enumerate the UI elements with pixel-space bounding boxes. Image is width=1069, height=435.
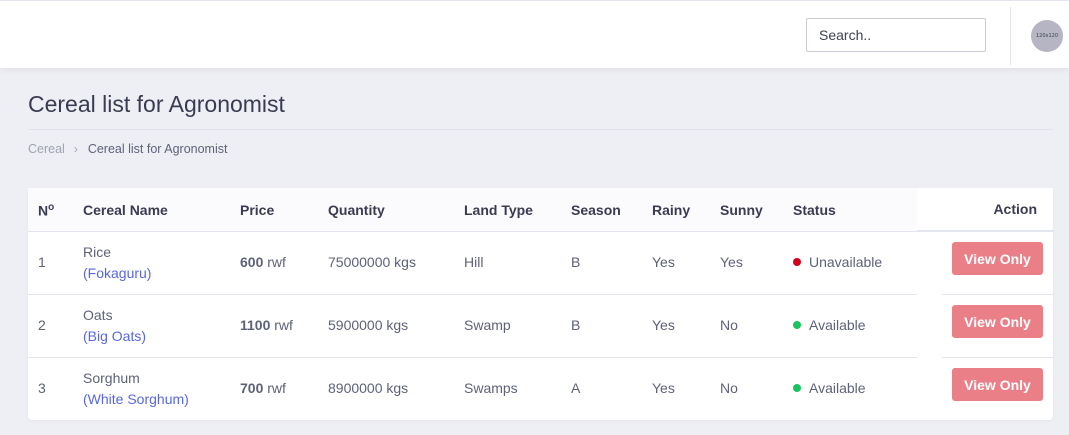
status-dot-icon <box>793 321 801 329</box>
view-only-button[interactable]: View Only <box>952 368 1043 401</box>
header-season: Season <box>571 202 621 218</box>
chevron-right-icon: › <box>73 142 78 156</box>
season: A <box>571 380 581 396</box>
top-navbar: 120x120 <box>0 0 1069 68</box>
page-title: Cereal list for Agronomist <box>28 91 285 117</box>
header-number: No <box>38 202 55 219</box>
status-dot-icon <box>793 258 801 266</box>
land-type: Swamp <box>464 317 511 333</box>
table-row: 1 Rice (Fokaguru) 600 rwf 75000000 kgs H… <box>28 232 1053 295</box>
sunny: No <box>720 317 738 333</box>
price-value: 700 <box>240 380 264 396</box>
table-header: No Cereal Name Price Quantity Land Type … <box>28 188 917 232</box>
price-unit: rwf <box>270 317 293 333</box>
land-type: Swamps <box>464 380 518 396</box>
price: 600 rwf <box>240 254 286 270</box>
table-row: 2 Oats (Big Oats) 1100 rwf 5900000 kgs S… <box>28 295 1053 358</box>
row-number: 3 <box>38 380 46 396</box>
navbar-divider <box>1010 7 1011 65</box>
breadcrumb-item-current: Cereal list for Agronomist <box>87 142 228 156</box>
rainy: Yes <box>652 317 675 333</box>
price-value: 1100 <box>240 317 271 333</box>
price-unit: rwf <box>263 380 286 396</box>
status-badge: Available <box>793 380 866 396</box>
sunny: Yes <box>720 254 743 270</box>
status-text: Unavailable <box>809 254 883 270</box>
header-quantity: Quantity <box>328 202 385 218</box>
season: B <box>571 254 581 270</box>
header-action-cell: Action <box>917 188 1053 232</box>
breadcrumb: Cereal › Cereal list for Agronomist <box>28 142 227 156</box>
land-type: Hill <box>464 254 484 270</box>
cereal-name: Oats <box>83 307 113 323</box>
title-divider <box>28 129 1053 130</box>
header-land-type: Land Type <box>464 202 533 218</box>
quantity: 5900000 kgs <box>328 317 409 333</box>
status-badge: Unavailable <box>793 254 882 270</box>
header-action: Action <box>993 201 1037 217</box>
cereal-name: Sorghum <box>83 370 140 386</box>
price-unit: rwf <box>263 254 286 270</box>
avatar[interactable]: 120x120 <box>1031 20 1063 52</box>
price: 700 rwf <box>240 380 286 396</box>
header-cereal-name: Cereal Name <box>83 202 168 218</box>
price-value: 600 <box>240 254 264 270</box>
row-number: 1 <box>38 254 46 270</box>
table-row: 3 Sorghum (White Sorghum) 700 rwf 890000… <box>28 358 1053 421</box>
cereal-variety-link[interactable]: (Big Oats) <box>83 328 146 344</box>
cereal-table: No Cereal Name Price Quantity Land Type … <box>28 188 1053 420</box>
view-only-button[interactable]: View Only <box>952 305 1043 338</box>
season: B <box>571 317 581 333</box>
status-badge: Available <box>793 317 866 333</box>
rainy: Yes <box>652 254 675 270</box>
status-dot-icon <box>793 384 801 392</box>
header-price: Price <box>240 202 275 218</box>
cereal-name: Rice <box>83 244 112 260</box>
header-sunny: Sunny <box>720 202 763 218</box>
header-rainy: Rainy <box>652 202 691 218</box>
view-only-button[interactable]: View Only <box>952 242 1043 275</box>
cereal-variety-link[interactable]: (White Sorghum) <box>83 391 189 407</box>
price: 1100 rwf <box>240 317 293 333</box>
breadcrumb-item-cereal[interactable]: Cereal <box>28 142 65 156</box>
status-text: Available <box>809 317 866 333</box>
row-number: 2 <box>38 317 46 333</box>
status-text: Available <box>809 380 866 396</box>
cereal-variety-link[interactable]: (Fokaguru) <box>83 265 151 281</box>
search-input[interactable] <box>806 18 986 52</box>
quantity: 75000000 kgs <box>328 254 416 270</box>
quantity: 8900000 kgs <box>328 380 409 396</box>
sunny: No <box>720 380 738 396</box>
avatar-placeholder-text: 120x120 <box>1035 33 1059 39</box>
header-status: Status <box>793 202 836 218</box>
rainy: Yes <box>652 380 675 396</box>
